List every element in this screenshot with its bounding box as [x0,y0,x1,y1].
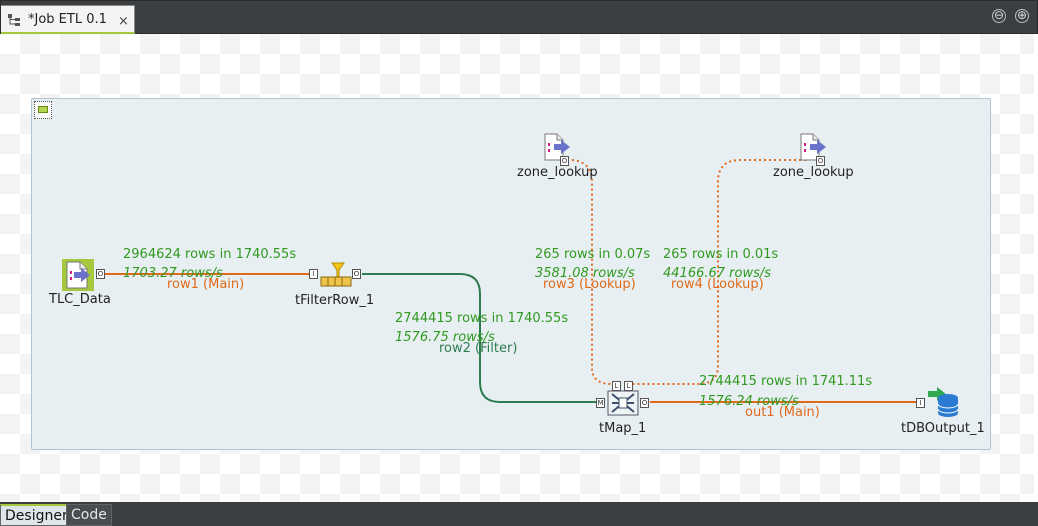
tab-designer[interactable]: Designer [0,504,73,526]
file-input-icon[interactable] [62,259,94,291]
row1-link-label[interactable]: row1 (Main) [167,277,244,292]
input-connector[interactable]: I [309,269,318,279]
file-input-icon[interactable] [542,133,574,161]
component-label-tlc-data: TLC_Data [49,292,111,307]
maximize-icon[interactable]: ⊕ [1015,9,1029,23]
row4-link-label[interactable]: row4 (Lookup) [671,277,764,292]
editor-bottom-tabs: Designer Code [0,502,1038,526]
component-label-tdboutput: tDBOutput_1 [901,421,985,436]
row4-rows-stat: 265 rows in 0.01s [663,247,779,262]
minimize-icon[interactable]: ⊖ [992,9,1006,23]
row2-link-label[interactable]: row2 (Filter) [439,341,517,356]
tab-title: *Job ETL 0.1 [28,12,107,27]
row3-link-label[interactable]: row3 (Lookup) [543,277,636,292]
designer-canvas[interactable]: O TLC_Data 2964624 rows in 1740.55s 1703… [0,34,1034,502]
out1-rows-stat: 2744415 rows in 1741.11s [699,374,873,389]
component-label-tfilterrow: tFilterRow_1 [295,293,375,308]
filter-row-icon[interactable] [320,262,352,288]
editor-tab-bar: *Job ETL 0.1 × ⊖ ⊕ [0,0,1038,35]
row2-rows-stat: 2744415 rows in 1740.55s [395,311,569,326]
output-connector[interactable]: O [96,269,105,279]
row1-rows-stat: 2964624 rows in 1740.55s [123,247,297,262]
row3-rows-stat: 265 rows in 0.07s [535,247,651,262]
file-input-icon[interactable] [798,133,830,161]
tmap-icon[interactable] [607,390,639,416]
database-output-icon[interactable] [926,386,960,418]
tab-job-etl[interactable]: *Job ETL 0.1 × [1,5,135,35]
main-input-connector[interactable]: M [596,398,605,408]
output-connector[interactable]: O [352,269,361,279]
tab-code[interactable]: Code [66,504,112,526]
close-icon[interactable]: × [118,15,129,28]
component-label-zone-lookup-2: zone_lookup [773,165,854,180]
component-label-tmap: tMap_1 [599,421,647,436]
output-connector[interactable]: O [640,398,649,408]
component-label-zone-lookup-1: zone_lookup [517,165,598,180]
input-connector[interactable]: I [916,398,925,408]
out1-link-label[interactable]: out1 (Main) [745,405,820,420]
job-icon [8,14,20,26]
